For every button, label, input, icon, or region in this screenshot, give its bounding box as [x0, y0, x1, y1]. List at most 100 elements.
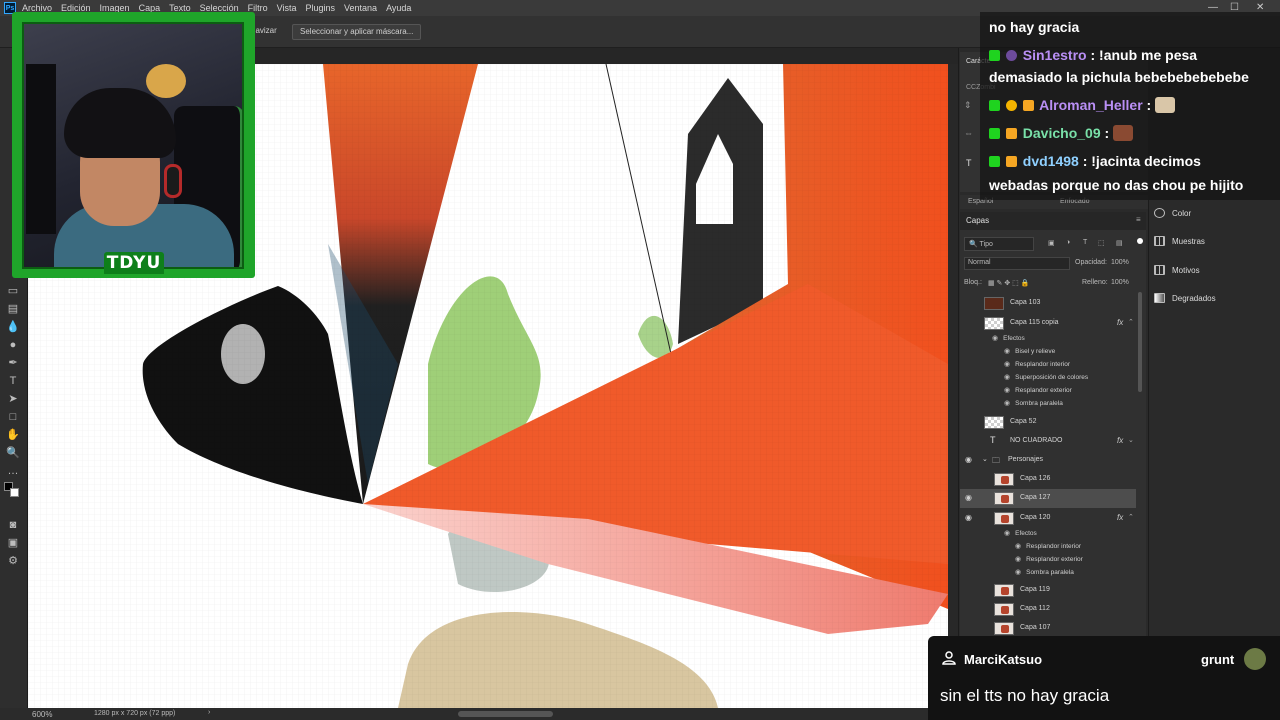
layer-row[interactable]: Capa 112	[960, 600, 1136, 619]
chevron-up-icon[interactable]: ⌃	[1128, 318, 1134, 326]
menu-ayuda[interactable]: Ayuda	[386, 3, 411, 13]
type-tool-icon[interactable]: T	[6, 374, 20, 388]
background-color-swatch[interactable]	[10, 488, 19, 497]
filter-pixel-icon[interactable]: ▣	[1048, 239, 1055, 247]
layer-row[interactable]: T NO CUADRADO fx ⌄	[960, 432, 1136, 451]
effect-row[interactable]: ◉ Resplandor exterior	[1004, 386, 1072, 398]
emote-icon	[1113, 125, 1134, 141]
layers-tab[interactable]: Capas ≡	[960, 212, 1146, 230]
horizontal-scrollbar[interactable]	[458, 711, 553, 717]
zoom-tool-icon[interactable]: 🔍	[6, 446, 20, 460]
fill-value[interactable]: 100%	[1111, 279, 1129, 286]
layer-thumbnail	[994, 473, 1014, 486]
gradient-tool-icon[interactable]: ▤	[6, 302, 20, 316]
blend-mode-select[interactable]: Normal	[964, 257, 1070, 270]
menu-plugins[interactable]: Plugins	[306, 3, 336, 13]
fx-icon[interactable]: fx	[1117, 513, 1123, 522]
opacity-value[interactable]: 100%	[1111, 259, 1129, 266]
chat-username[interactable]: dvd1498	[1023, 153, 1079, 169]
chevron-down-icon[interactable]: ⌄	[982, 455, 988, 463]
layer-row[interactable]: Capa 115 copia fx ⌃	[960, 314, 1136, 333]
filter-type-icon[interactable]: T	[1083, 239, 1087, 246]
screen-mode-icon[interactable]: ▣	[6, 536, 20, 550]
chat-username[interactable]: Davicho_09	[1023, 125, 1101, 141]
crown-badge-icon	[1005, 156, 1017, 167]
path-select-tool-icon[interactable]: ➤	[6, 392, 20, 406]
layer-filter-select[interactable]: 🔍 Tipo	[964, 237, 1034, 251]
eye-icon[interactable]: ◉	[1004, 374, 1010, 381]
zoom-level[interactable]: 600%	[32, 710, 52, 719]
rectangle-tool-icon[interactable]: □	[6, 410, 20, 424]
pen-tool-icon[interactable]: ✒	[6, 356, 20, 370]
type-size-icon: T	[966, 158, 972, 168]
chat-username[interactable]: Alroman_Heller	[1039, 97, 1142, 113]
eye-icon[interactable]: ◉	[1015, 543, 1021, 550]
eye-icon[interactable]: ◉	[1015, 569, 1021, 576]
filter-smart-icon[interactable]: ▤	[1116, 239, 1123, 247]
eraser-tool-icon[interactable]: ▭	[6, 284, 20, 298]
dock-color[interactable]: Color	[1154, 206, 1191, 220]
effect-row[interactable]: ◉ Superposición de colores	[1004, 373, 1088, 385]
lock-pixels-icon[interactable]: ▦ ✎ ✥ ⬚ 🔒	[988, 279, 1029, 287]
menu-ventana[interactable]: Ventana	[344, 3, 377, 13]
edit-toolbar-icon[interactable]: ⚙	[6, 554, 20, 568]
fx-icon[interactable]: fx	[1117, 318, 1123, 327]
filter-shape-icon[interactable]: ⬚	[1098, 239, 1105, 247]
effect-row[interactable]: ◉ Resplandor interior	[1004, 360, 1070, 372]
layer-thumbnail	[994, 492, 1014, 505]
effect-label: Resplandor exterior	[1026, 556, 1083, 563]
layer-row-selected[interactable]: ◉ Capa 127	[960, 489, 1136, 508]
dock-swatches[interactable]: Muestras	[1154, 234, 1205, 248]
layer-thumbnail	[994, 622, 1014, 635]
filter-adjustment-icon[interactable]: ◑	[1066, 239, 1070, 246]
effect-label: Resplandor interior	[1026, 543, 1082, 550]
dock-label: Color	[1172, 208, 1192, 218]
eye-icon[interactable]: ◉	[1015, 556, 1021, 563]
layer-row[interactable]: Capa 126	[960, 470, 1136, 489]
layer-row[interactable]: Capa 52	[960, 413, 1136, 432]
quick-mask-icon[interactable]: ◙	[6, 518, 20, 532]
dock-gradients[interactable]: Degradados	[1154, 291, 1216, 305]
eye-icon[interactable]: ◉	[965, 514, 975, 522]
swatches-icon	[1154, 236, 1165, 246]
effect-row[interactable]: ◉ Resplandor interior	[1015, 542, 1081, 554]
panel-menu-icon[interactable]: ≡	[1136, 215, 1141, 224]
effects-group[interactable]: ◉ Efectos	[1004, 529, 1037, 541]
status-menu-arrow-icon[interactable]: ›	[208, 709, 210, 716]
eye-icon[interactable]: ◉	[1004, 361, 1010, 368]
layer-row[interactable]: Capa 119	[960, 581, 1136, 600]
blur-tool-icon[interactable]: 💧	[6, 320, 20, 334]
select-and-mask-button[interactable]: Seleccionar y aplicar máscara...	[292, 24, 422, 40]
eye-icon[interactable]: ◉	[1004, 387, 1010, 394]
fx-icon[interactable]: fx	[1117, 436, 1123, 445]
eye-icon[interactable]: ◉	[992, 335, 998, 342]
layer-row[interactable]: Capa 103	[960, 294, 1136, 313]
dodge-tool-icon[interactable]: ●	[6, 338, 20, 352]
chat-username[interactable]: Sin1estro	[1023, 47, 1087, 63]
eye-icon[interactable]: ◉	[965, 456, 975, 464]
eye-icon[interactable]: ◉	[1004, 400, 1010, 407]
chevron-down-icon[interactable]: ⌄	[1128, 436, 1134, 444]
effects-group[interactable]: ◉ Efectos	[992, 334, 1025, 346]
layers-scrollbar[interactable]	[1138, 292, 1142, 392]
layer-row[interactable]: ◉ Capa 120 fx ⌃	[960, 509, 1136, 528]
warning-badge-icon	[1005, 100, 1017, 111]
effect-row[interactable]: ◉ Sombra paralela	[1004, 399, 1063, 411]
hand-tool-icon[interactable]: ✋	[6, 428, 20, 442]
effect-label: Resplandor exterior	[1015, 387, 1072, 394]
layer-group-row[interactable]: ◉ ⌄ 🗀 Personajes	[960, 451, 1136, 470]
crown-badge-icon	[1005, 128, 1017, 139]
layer-name: Capa 115 copia	[1010, 319, 1059, 326]
more-tools-icon[interactable]: …	[6, 464, 20, 478]
menu-vista[interactable]: Vista	[277, 3, 297, 13]
filter-toggle-icon[interactable]	[1137, 238, 1143, 244]
eye-icon[interactable]: ◉	[965, 494, 975, 502]
eye-icon[interactable]: ◉	[1004, 348, 1010, 355]
dock-patterns[interactable]: Motivos	[1154, 263, 1200, 277]
effect-row[interactable]: ◉ Resplandor exterior	[1015, 555, 1083, 567]
effect-row[interactable]: ◉ Sombra paralela	[1015, 568, 1074, 580]
effect-row[interactable]: ◉ Bisel y relieve	[1004, 347, 1055, 359]
streamer-name-label: TDYU	[104, 252, 164, 274]
chevron-up-icon[interactable]: ⌃	[1128, 513, 1134, 521]
eye-icon[interactable]: ◉	[1004, 530, 1010, 537]
